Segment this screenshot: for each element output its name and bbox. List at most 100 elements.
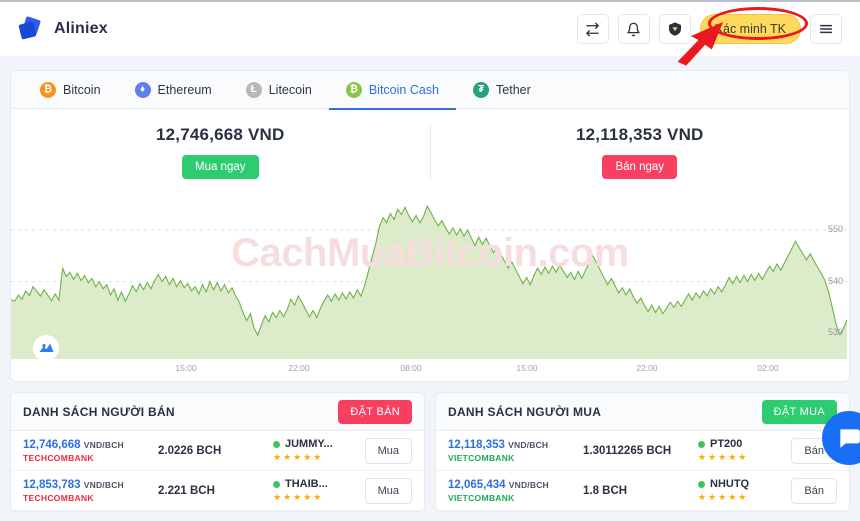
order-row: 12,065,434 VND/BCH VIETCOMBANK 1.8 BCH NHUT… bbox=[436, 471, 849, 511]
chart-x-tick: 22:00 bbox=[636, 363, 658, 373]
order-price-unit: VND/BCH bbox=[508, 439, 549, 450]
order-price: 12,065,434 VND/BCH bbox=[448, 478, 549, 491]
order-username: THAIB... bbox=[285, 478, 328, 490]
bitcoin-cash-coin-icon: ₿ bbox=[345, 81, 362, 98]
price-chart[interactable]: CachMuaBitcoin.com 550 540 530 15:00 22:00 0… bbox=[11, 191, 849, 381]
order-price-cell: 12,118,353 VND/BCH VIETCOMBANK bbox=[448, 439, 583, 463]
tab-ethereum[interactable]: ♦ Ethereum bbox=[118, 71, 229, 109]
sellers-header: DANH SÁCH NGƯỜI BÁN ĐẶT BÁN bbox=[11, 393, 424, 431]
tab-litecoin[interactable]: Ł Litecoin bbox=[229, 71, 329, 109]
order-action-button[interactable]: Mua bbox=[364, 477, 412, 504]
order-amount: 1.8 BCH bbox=[583, 484, 628, 497]
market-card: ₿ Bitcoin ♦ Ethereum Ł Litecoin ₿ Bitcoi… bbox=[10, 70, 850, 382]
order-bank: VIETCOMBANK bbox=[448, 452, 515, 463]
security-button[interactable] bbox=[658, 14, 691, 44]
chart-y-tick: 530 bbox=[827, 327, 843, 338]
order-price: 12,853,783 VND/BCH bbox=[23, 478, 124, 491]
chart-x-axis: 15:00 22:00 08:00 15:00 22:00 02:00 bbox=[11, 363, 849, 377]
online-status-dot bbox=[273, 480, 280, 488]
order-username: NHUTQ bbox=[710, 478, 750, 490]
buyers-title: DANH SÁCH NGƯỜI MUA bbox=[448, 404, 602, 419]
order-rating-stars: ★★★★★ bbox=[273, 452, 324, 462]
sellers-title: DANH SÁCH NGƯỜI BÁN bbox=[23, 404, 175, 419]
sellers-panel: DANH SÁCH NGƯỜI BÁN ĐẶT BÁN 12,746,668 V… bbox=[10, 392, 425, 512]
brand[interactable]: Aliniex bbox=[18, 16, 108, 42]
chart-x-tick: 02:00 bbox=[757, 363, 779, 373]
order-row: 12,746,668 VND/BCH TECHCOMBANK 2.0226 BCH J… bbox=[11, 431, 424, 471]
buyers-panel: DANH SÁCH NGƯỜI MUA ĐẶT MUA 12,118,353 V… bbox=[435, 392, 850, 512]
order-price-cell: 12,746,668 VND/BCH TECHCOMBANK bbox=[23, 439, 158, 463]
order-bank: VIETCOMBANK bbox=[448, 492, 515, 503]
order-bank: TECHCOMBANK bbox=[23, 492, 94, 503]
order-row: 12,118,353 VND/BCH VIETCOMBANK 1.30112265 … bbox=[436, 431, 849, 471]
order-action-button[interactable]: Mua bbox=[364, 437, 412, 464]
order-user-cell: NHUTQ ★★★★★ bbox=[698, 478, 791, 503]
sell-price-block: 12,118,353 VND Bán ngay bbox=[429, 125, 850, 179]
sellers-rows: 12,746,668 VND/BCH TECHCOMBANK 2.0226 BCH J… bbox=[11, 431, 424, 511]
chat-bubble-icon bbox=[840, 429, 860, 448]
bell-icon bbox=[627, 22, 640, 36]
tab-label: Tether bbox=[496, 82, 531, 97]
online-status-dot bbox=[698, 480, 705, 488]
buyers-header: DANH SÁCH NGƯỜI MUA ĐẶT MUA bbox=[436, 393, 849, 431]
order-user-cell: JUMMY... ★★★★★ bbox=[273, 438, 365, 463]
order-action-button[interactable]: Bán bbox=[791, 477, 837, 504]
shield-icon bbox=[668, 22, 681, 36]
chart-y-tick: 540 bbox=[827, 275, 843, 286]
buy-price-block: 12,746,668 VND Mua ngay bbox=[11, 125, 430, 179]
order-price-unit: VND/BCH bbox=[508, 479, 549, 490]
chart-x-tick: 22:00 bbox=[288, 363, 310, 373]
ethereum-coin-icon: ♦ bbox=[134, 81, 151, 98]
order-user-cell: THAIB... ★★★★★ bbox=[273, 478, 365, 503]
order-price-cell: 12,853,783 VND/BCH TECHCOMBANK bbox=[23, 479, 158, 503]
chart-mountain-icon bbox=[38, 343, 54, 352]
menu-button[interactable] bbox=[810, 14, 842, 44]
order-user-cell: PT200 ★★★★★ bbox=[698, 438, 791, 463]
notifications-button[interactable] bbox=[617, 14, 650, 44]
order-amount: 2.0226 BCH bbox=[158, 444, 222, 457]
tab-bitcoin-cash[interactable]: ₿ Bitcoin Cash bbox=[328, 71, 457, 110]
order-amount: 1.30112265 BCH bbox=[583, 444, 672, 457]
order-amount: 2.221 BCH bbox=[158, 484, 215, 497]
order-rating-stars: ★★★★★ bbox=[698, 492, 749, 502]
order-row: 12,853,783 VND/BCH TECHCOMBANK 2.221 BCH TH… bbox=[11, 471, 424, 511]
online-status-dot bbox=[273, 440, 280, 448]
order-rating-stars: ★★★★★ bbox=[698, 452, 749, 462]
tradingview-logo-icon bbox=[33, 335, 59, 361]
buy-price-value: 12,746,668 VND bbox=[156, 125, 285, 144]
verify-account-button[interactable]: Xác minh TK bbox=[699, 14, 801, 44]
order-bank: TECHCOMBANK bbox=[23, 452, 94, 463]
tether-coin-icon: ₮ bbox=[473, 81, 490, 98]
chart-y-tick: 550 bbox=[827, 223, 843, 234]
chart-x-tick: 15:00 bbox=[175, 363, 197, 373]
place-sell-order-button[interactable]: ĐẶT BÁN bbox=[338, 399, 412, 424]
place-buy-order-button[interactable]: ĐẶT MUA bbox=[761, 399, 837, 424]
litecoin-coin-icon: Ł bbox=[245, 81, 262, 98]
order-price-cell: 12,065,434 VND/BCH VIETCOMBANK bbox=[448, 479, 583, 503]
header-actions: Xác minh TK bbox=[576, 14, 842, 44]
order-rating-stars: ★★★★★ bbox=[273, 492, 324, 502]
tab-label: Litecoin bbox=[268, 82, 312, 97]
order-price-unit: VND/BCH bbox=[83, 439, 124, 450]
order-username: JUMMY... bbox=[285, 438, 333, 450]
chart-x-tick: 15:00 bbox=[516, 363, 538, 373]
price-chart-svg bbox=[11, 204, 847, 359]
order-price: 12,746,668 VND/BCH bbox=[23, 438, 124, 451]
aliniex-squares-logo-icon bbox=[18, 16, 44, 42]
app-header: Aliniex Xác minh TK bbox=[0, 2, 860, 56]
transfer-button[interactable] bbox=[576, 14, 609, 44]
bitcoin-coin-icon: ₿ bbox=[40, 81, 56, 98]
transfer-icon bbox=[586, 22, 599, 36]
tab-label: Ethereum bbox=[157, 82, 212, 97]
chart-x-tick: 08:00 bbox=[400, 363, 422, 373]
tab-bitcoin[interactable]: ₿ Bitcoin bbox=[23, 71, 118, 109]
brand-name: Aliniex bbox=[54, 20, 108, 37]
orderbook-lists: DANH SÁCH NGƯỜI BÁN ĐẶT BÁN 12,746,668 V… bbox=[10, 392, 850, 512]
buyers-rows: 12,118,353 VND/BCH VIETCOMBANK 1.30112265 … bbox=[436, 431, 849, 511]
buy-now-button[interactable]: Mua ngay bbox=[181, 155, 259, 179]
tab-tether[interactable]: ₮ Tether bbox=[456, 71, 548, 109]
coin-tabs: ₿ Bitcoin ♦ Ethereum Ł Litecoin ₿ Bitcoi… bbox=[11, 71, 849, 110]
hamburger-menu-icon bbox=[819, 24, 833, 34]
sell-now-button[interactable]: Bán ngay bbox=[602, 155, 678, 179]
sell-price-value: 12,118,353 VND bbox=[575, 125, 704, 144]
